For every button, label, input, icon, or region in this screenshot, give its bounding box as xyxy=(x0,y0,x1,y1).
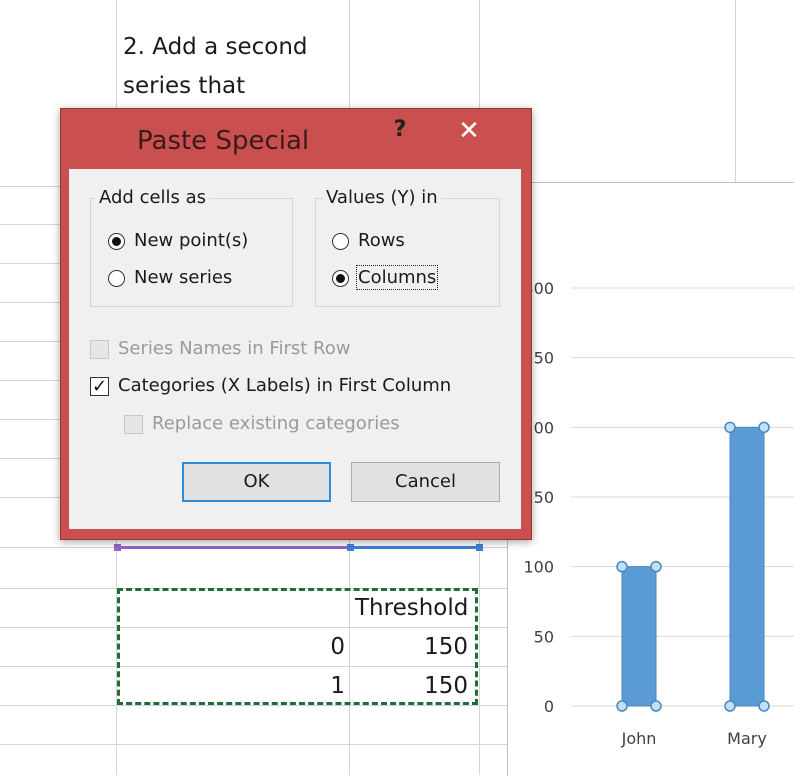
x-category-label: John xyxy=(621,729,657,748)
checkbox-icon xyxy=(90,339,109,359)
cancel-button[interactable]: Cancel xyxy=(351,462,500,502)
series-names-first-row-checkbox[interactable]: Series Names in First Row xyxy=(90,338,350,359)
radio-selected-icon xyxy=(332,269,349,287)
selection-handle xyxy=(616,560,628,573)
checkbox-label: Series Names in First Row xyxy=(118,338,351,359)
grid-column-line xyxy=(735,0,736,182)
series-range-highlight xyxy=(117,546,350,549)
threshold-value-cell[interactable]: 150 xyxy=(418,673,468,699)
selection-handle xyxy=(758,700,770,712)
radio-label: New point(s) xyxy=(134,230,249,251)
close-button[interactable]: ✕ xyxy=(423,112,515,152)
selection-handle xyxy=(650,560,662,573)
radio-unselected-icon xyxy=(108,269,125,287)
chart-area[interactable]: 0 50 100 150 200 250 300 John Mary xyxy=(507,182,794,776)
range-handle[interactable] xyxy=(476,544,483,551)
radio-unselected-icon xyxy=(332,232,349,250)
grid-row-line xyxy=(0,744,507,745)
radio-label: Rows xyxy=(358,230,405,251)
instruction-text-line1: 2. Add a second xyxy=(123,34,308,60)
selection-handle xyxy=(616,700,628,712)
radio-label: New series xyxy=(134,267,233,288)
grid-row-line xyxy=(0,705,507,706)
dialog-title: Paste Special xyxy=(137,126,310,156)
radio-columns[interactable]: Columns xyxy=(332,265,439,290)
add-cells-as-group xyxy=(90,198,293,307)
x-category-label: Mary xyxy=(727,729,767,748)
y-tick-label: 50 xyxy=(534,627,554,646)
values-in-label: Values (Y) in xyxy=(323,187,441,208)
category-range-highlight xyxy=(350,546,480,549)
replace-categories-checkbox[interactable]: Replace existing categories xyxy=(124,413,400,434)
threshold-header-cell[interactable]: Threshold xyxy=(355,595,468,621)
dialog-body: Add cells as New point(s) New series Val… xyxy=(69,169,521,529)
checkbox-label: Categories (X Labels) in First Column xyxy=(118,375,452,396)
threshold-value-cell[interactable]: 150 xyxy=(418,634,468,660)
paste-special-dialog[interactable]: Paste Special ? ✕ Add cells as New point… xyxy=(60,108,532,540)
checkmark-icon: ✓ xyxy=(90,375,109,397)
radio-new-series[interactable]: New series xyxy=(108,267,232,288)
radio-new-points[interactable]: New point(s) xyxy=(108,230,248,251)
radio-rows[interactable]: Rows xyxy=(332,230,405,251)
selection-handle xyxy=(650,700,662,712)
x-value-cell[interactable]: 1 xyxy=(327,673,345,699)
range-handle[interactable] xyxy=(347,544,354,551)
selection-handle xyxy=(758,421,770,434)
radio-selected-icon xyxy=(108,232,125,250)
bar-mary[interactable] xyxy=(729,426,765,707)
values-in-group xyxy=(315,198,500,307)
help-button[interactable]: ? xyxy=(387,117,413,145)
bar-john[interactable] xyxy=(621,566,657,707)
checkbox-icon xyxy=(124,414,143,434)
y-tick-label: 0 xyxy=(544,697,554,716)
add-cells-as-label: Add cells as xyxy=(96,187,210,208)
instruction-text-line2: series that xyxy=(123,73,246,99)
x-value-cell[interactable]: 0 xyxy=(327,634,345,660)
radio-label: Columns xyxy=(355,265,439,290)
checkbox-label: Replace existing categories xyxy=(152,413,400,434)
column-chart[interactable]: 050100150200250300John Mary xyxy=(508,183,794,776)
range-handle[interactable] xyxy=(114,544,121,551)
ok-button[interactable]: OK xyxy=(182,462,331,502)
selection-handle xyxy=(724,700,736,712)
selection-handle xyxy=(724,421,736,434)
categories-first-column-checkbox[interactable]: ✓ Categories (X Labels) in First Column xyxy=(90,375,451,396)
y-tick-label: 100 xyxy=(523,558,554,577)
